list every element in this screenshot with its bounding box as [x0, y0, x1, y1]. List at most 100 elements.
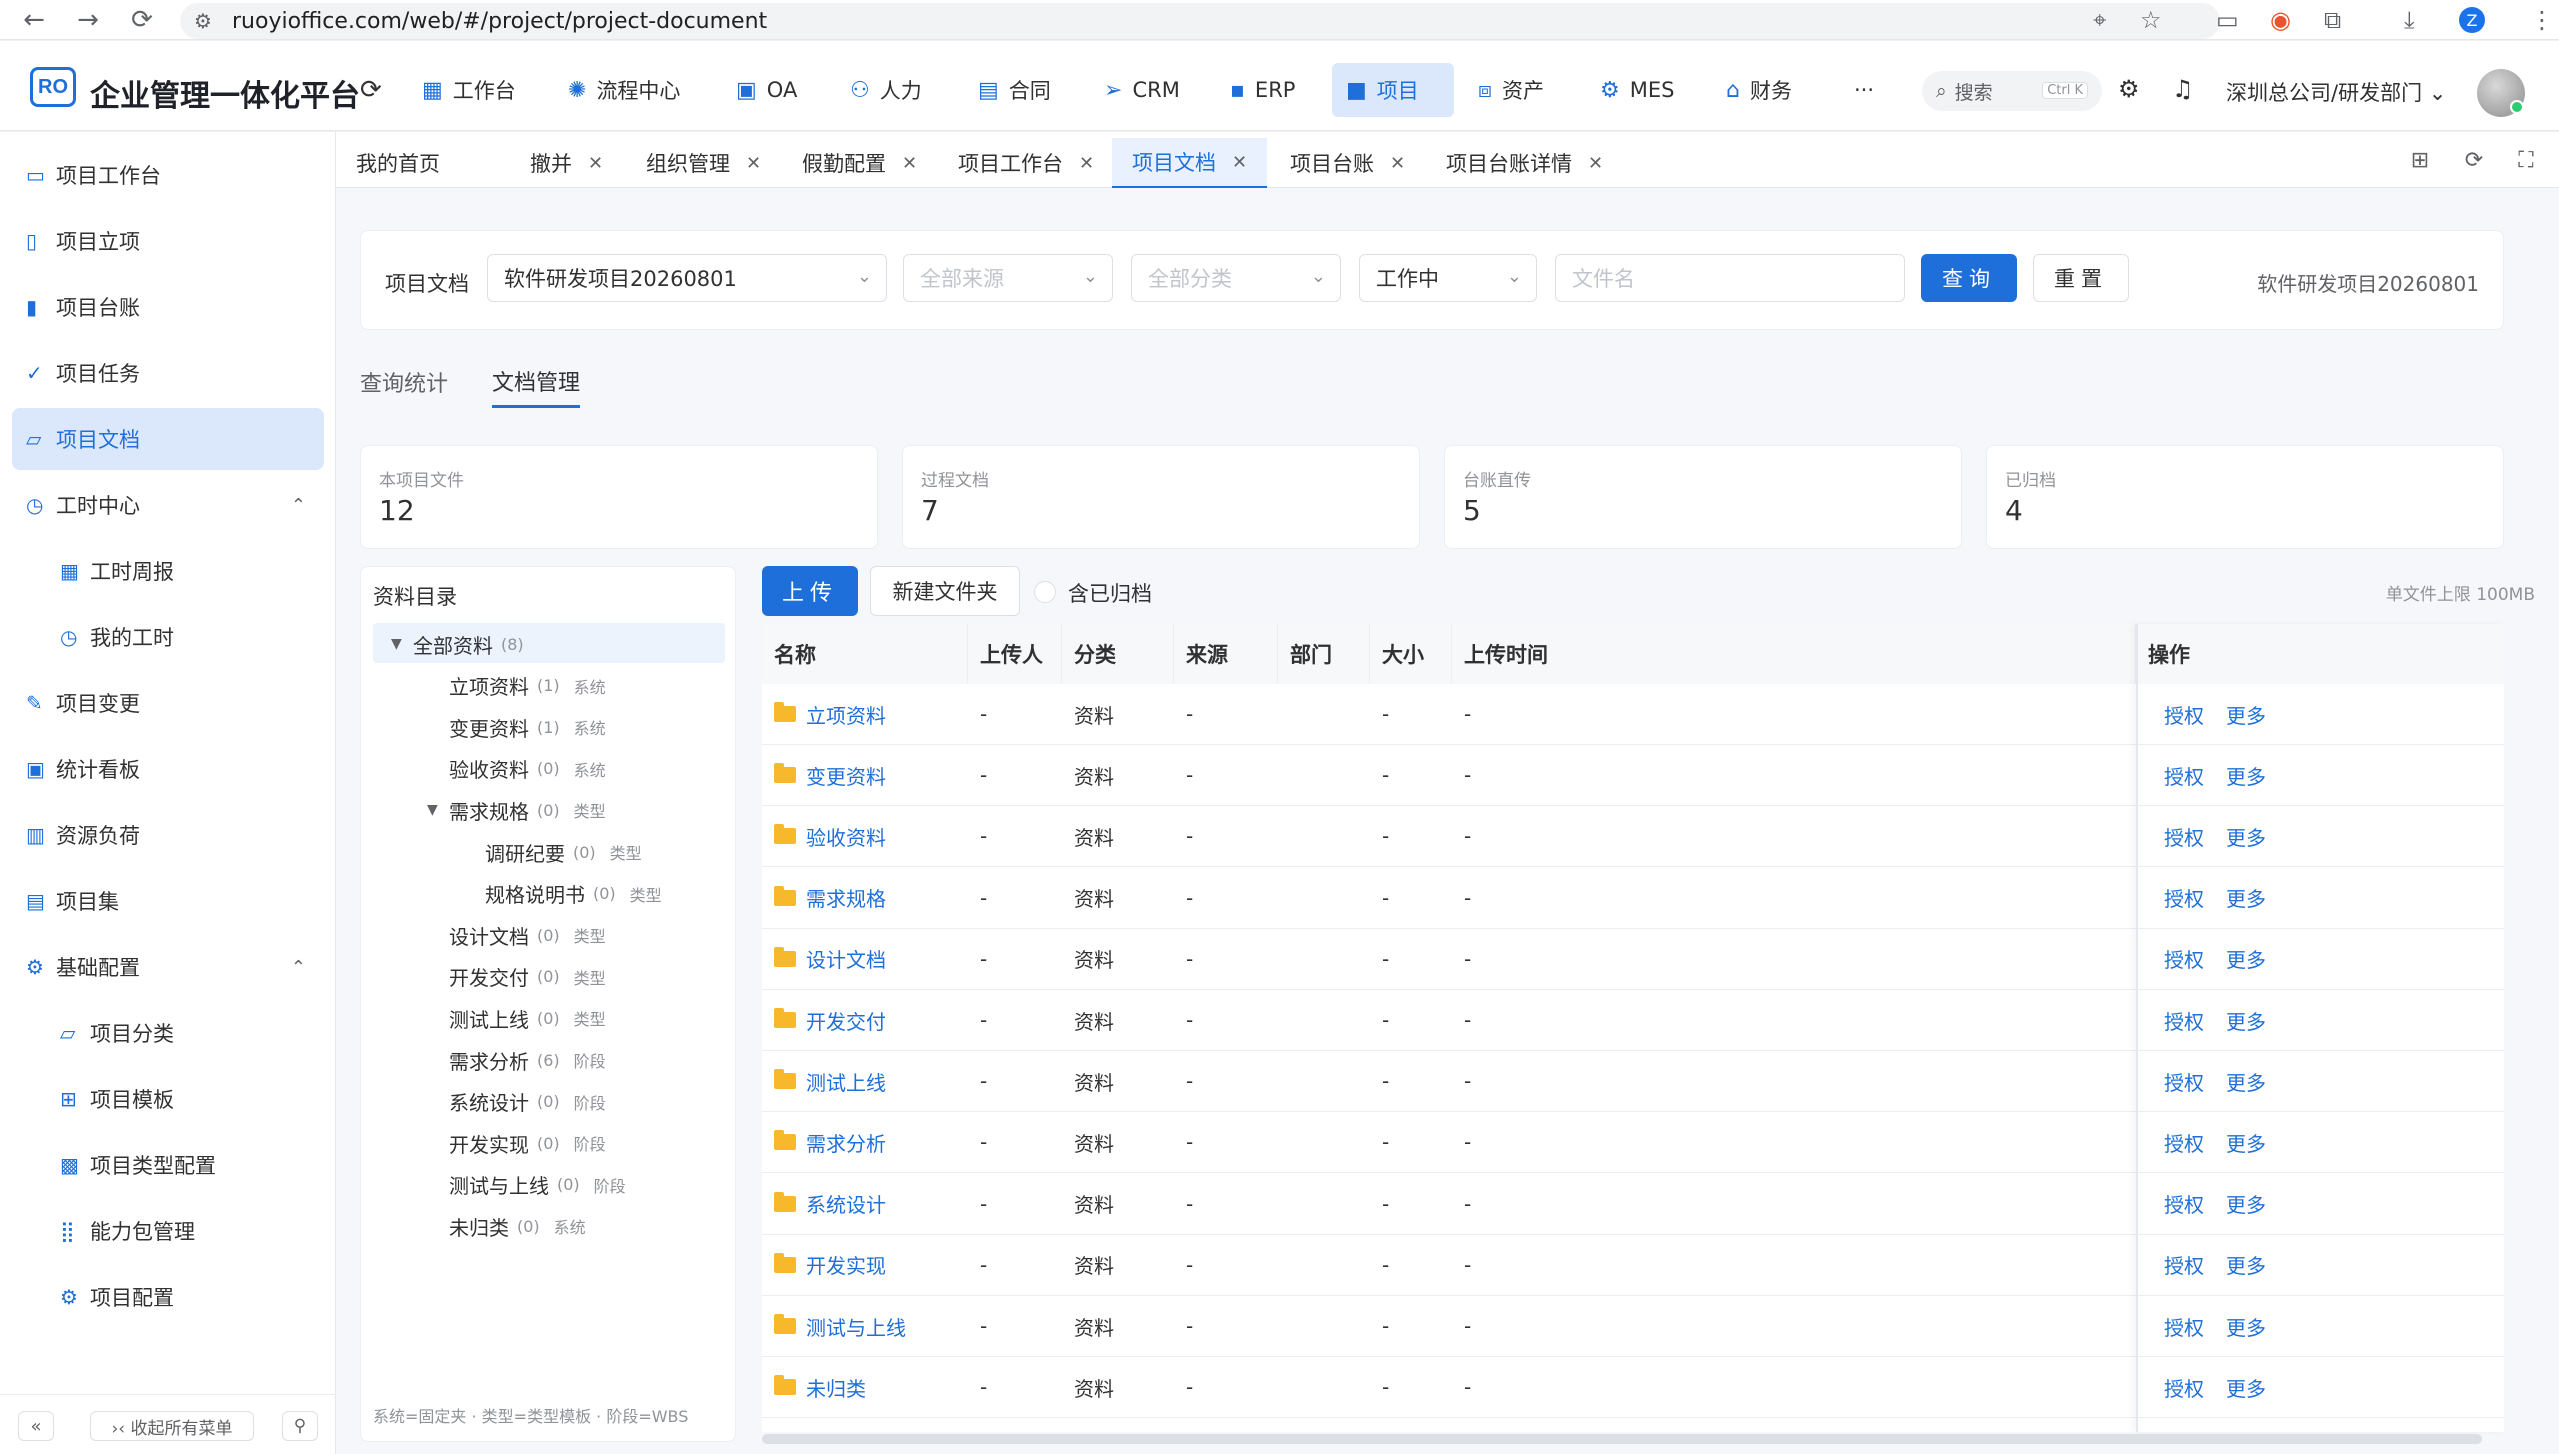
more-modules-button[interactable]: ··· — [1840, 63, 1888, 117]
tree-node[interactable]: 变更资料 (1) 系统 — [449, 706, 606, 748]
extension-note-icon[interactable]: ▭ — [2216, 6, 2239, 34]
cell-name[interactable]: 立项资料 — [762, 684, 886, 744]
caret-down-icon[interactable]: ▼ — [427, 802, 438, 818]
cell-name[interactable]: 需求分析 — [762, 1112, 886, 1172]
sidebar-item-my-hours[interactable]: ◷ 我的工时 — [12, 606, 324, 668]
sidebar-item-project-change[interactable]: ✎ 项目变更 — [12, 672, 324, 734]
sidebar-item-capability-pack[interactable]: ⣿ 能力包管理 — [12, 1200, 324, 1262]
folder-name-link[interactable]: 需求规格 — [806, 883, 886, 912]
close-icon[interactable]: ✕ — [1079, 153, 1094, 174]
sidebar-item-weekly-report[interactable]: ▦ 工时周报 — [12, 540, 324, 602]
close-icon[interactable]: ✕ — [746, 153, 761, 174]
module-erp[interactable]: ▪ ERP — [1216, 63, 1309, 117]
query-button[interactable]: 查询 — [1921, 254, 2017, 302]
notification-bell-icon[interactable]: ♫ — [2172, 75, 2194, 103]
module-hr[interactable]: ⚇ 人力 — [836, 63, 936, 117]
tree-node[interactable]: 立项资料 (1) 系统 — [449, 665, 606, 707]
new-folder-button[interactable]: 新建文件夹 — [870, 566, 1020, 616]
tree-node[interactable]: 测试上线 (0) 类型 — [449, 997, 606, 1039]
folder-name-link[interactable]: 测试上线 — [806, 1067, 886, 1096]
folder-name-link[interactable]: 验收资料 — [806, 822, 886, 851]
status-select[interactable]: 工作中 ⌄ — [1359, 254, 1537, 302]
tab-home[interactable]: 我的首页 — [336, 138, 460, 188]
column-header-upload-time[interactable]: 上传时间 — [1452, 624, 2136, 684]
tree-node[interactable]: 系统设计 (0) 阶段 — [449, 1081, 606, 1123]
tab-grid-icon[interactable]: ⊞ — [2404, 144, 2436, 176]
module-assets[interactable]: ⧈ 资产 — [1464, 63, 1558, 117]
tree-node[interactable]: ▼ 全部资料 (8) — [391, 623, 524, 665]
tab-project-documents[interactable]: 项目文档 ✕ — [1112, 138, 1268, 188]
global-search[interactable]: ⌕ 搜索 Ctrl K — [1922, 71, 2102, 111]
project-select[interactable]: 软件研发项目20260801 ⌄ — [487, 254, 887, 302]
sidebar-item-program[interactable]: ▤ 项目集 — [12, 870, 324, 932]
sidebar-item-project-type-config[interactable]: ▩ 项目类型配置 — [12, 1134, 324, 1196]
tree-node[interactable]: ▼ 需求规格 (0) 类型 — [427, 789, 606, 831]
sidebar-item-basic-config[interactable]: ⚙ 基础配置 ⌃ — [12, 936, 324, 998]
tree-node[interactable]: 开发实现 (0) 阶段 — [449, 1122, 606, 1164]
sidebar-item-stats-board[interactable]: ▣ 统计看板 — [12, 738, 324, 800]
fullscreen-icon[interactable]: ⛶ — [2510, 144, 2542, 176]
column-header-size[interactable]: 大小 — [1370, 624, 1452, 684]
cell-name[interactable]: 设计文档 — [762, 929, 886, 989]
cell-name[interactable]: 测试与上线 — [762, 1296, 906, 1356]
category-select[interactable]: 全部分类 ⌄ — [1131, 254, 1341, 302]
column-header-name[interactable]: 名称 — [762, 624, 968, 684]
close-icon[interactable]: ✕ — [1232, 152, 1247, 173]
folder-name-link[interactable]: 开发实现 — [806, 1250, 886, 1279]
tab-attendance-config[interactable]: 假勤配置 ✕ — [782, 138, 937, 188]
tree-node[interactable]: 需求分析 (6) 阶段 — [449, 1039, 606, 1081]
column-header-dept[interactable]: 部门 — [1278, 624, 1370, 684]
cell-name[interactable]: 系统设计 — [762, 1174, 886, 1234]
cell-name[interactable]: 开发交付 — [762, 990, 886, 1050]
settings-gear-icon[interactable]: ⚙ — [2118, 75, 2140, 103]
module-crm[interactable]: ➢ CRM — [1090, 63, 1194, 117]
tab-project-workbench[interactable]: 项目工作台 ✕ — [938, 138, 1114, 188]
browser-menu-icon[interactable]: ⋮ — [2530, 6, 2554, 34]
cell-name[interactable]: 未归类 — [762, 1357, 866, 1417]
module-flow-center[interactable]: ✺ 流程中心 — [554, 63, 694, 117]
column-header-source[interactable]: 来源 — [1174, 624, 1278, 684]
folder-name-link[interactable]: 系统设计 — [806, 1189, 886, 1218]
cell-name[interactable]: 变更资料 — [762, 745, 886, 805]
cell-name[interactable]: 开发实现 — [762, 1235, 886, 1295]
close-icon[interactable]: ✕ — [1588, 153, 1603, 174]
folder-name-link[interactable]: 变更资料 — [806, 761, 886, 790]
close-icon[interactable]: ✕ — [1390, 153, 1405, 174]
cell-name[interactable]: 需求规格 — [762, 868, 886, 928]
back-icon[interactable]: ← — [14, 0, 54, 40]
location-icon[interactable]: ⌖ — [2093, 6, 2107, 34]
tab-refresh-icon[interactable]: ⟳ — [2458, 144, 2490, 176]
reset-button[interactable]: 重置 — [2033, 254, 2129, 302]
tab-project-ledger[interactable]: 项目台账 ✕ — [1270, 138, 1425, 188]
reload-icon[interactable]: ⟳ — [122, 0, 162, 40]
tab-org-management[interactable]: 组织管理 ✕ — [626, 138, 781, 188]
column-header-uploader[interactable]: 上传人 — [968, 624, 1062, 684]
sidebar-item-project-workbench[interactable]: ▭ 项目工作台 — [12, 144, 324, 206]
bookmark-star-icon[interactable]: ☆ — [2140, 6, 2162, 34]
forward-icon[interactable]: → — [68, 0, 108, 40]
sidebar-item-project-ledger[interactable]: ▮ 项目台账 — [12, 276, 324, 338]
cell-name[interactable]: 验收资料 — [762, 806, 886, 866]
site-info-icon[interactable]: ⚙ — [194, 9, 212, 33]
sidebar-item-timesheet-center[interactable]: ◷ 工时中心 ⌃ — [12, 474, 324, 536]
horizontal-scrollbar[interactable] — [762, 1434, 2482, 1444]
tree-node[interactable]: 规格说明书 (0) 类型 — [485, 873, 662, 915]
tab-query-stats[interactable]: 查询统计 — [360, 356, 448, 408]
module-workbench[interactable]: ▦ 工作台 — [408, 63, 530, 117]
collapse-all-menus-button[interactable]: ›‹ 收起所有菜单 — [90, 1411, 254, 1441]
tab-project-ledger-detail[interactable]: 项目台账详情 ✕ — [1426, 138, 1623, 188]
tree-node[interactable]: 验收资料 (0) 系统 — [449, 748, 606, 790]
download-icon[interactable]: ⤓ — [2404, 6, 2415, 34]
tab-document-management[interactable]: 文档管理 — [492, 356, 581, 408]
sidebar-item-project-initiation[interactable]: ▯ 项目立项 — [12, 210, 324, 272]
sidebar-item-project-tasks[interactable]: ✓ 项目任务 — [12, 342, 324, 404]
address-bar[interactable]: ⚙ ruoyioffice.com/web/#/project/project-… — [180, 3, 2220, 39]
extension-red-icon[interactable]: ◉ — [2270, 6, 2291, 34]
extensions-puzzle-icon[interactable]: ⧉ — [2324, 6, 2341, 34]
folder-name-link[interactable]: 开发交付 — [806, 1006, 886, 1035]
folder-name-link[interactable]: 测试与上线 — [806, 1312, 906, 1341]
folder-name-link[interactable]: 立项资料 — [806, 700, 886, 729]
caret-down-icon[interactable]: ▼ — [391, 636, 402, 652]
module-contract[interactable]: ▤ 合同 — [964, 63, 1065, 117]
sidebar-item-resource-load[interactable]: ▥ 资源负荷 — [12, 804, 324, 866]
